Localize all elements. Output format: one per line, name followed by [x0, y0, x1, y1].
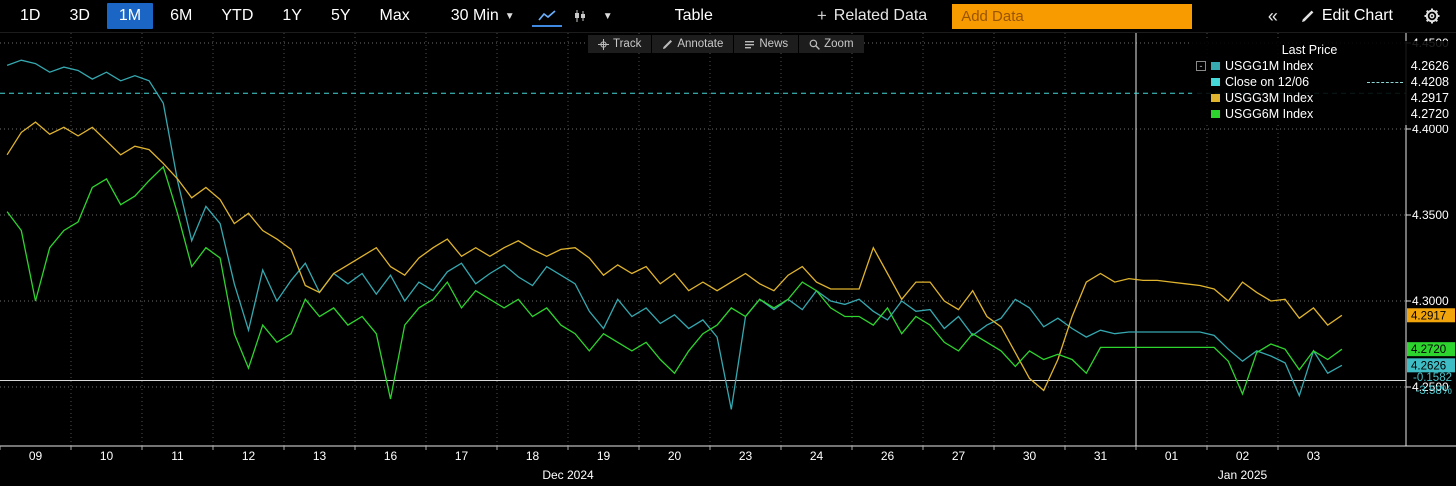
chevron-down-icon: ▼	[603, 11, 613, 22]
series-name: Close on 12/06	[1225, 75, 1309, 89]
edit-chart-button[interactable]: Edit Chart	[1291, 4, 1403, 28]
related-data-button[interactable]: + Related Data	[805, 2, 939, 30]
news-icon	[744, 39, 755, 50]
series-line-usgg6m[interactable]	[7, 167, 1342, 399]
legend-row-usgg6m[interactable]: USGG6M Index 4.2720	[1196, 106, 1449, 122]
table-button[interactable]: Table	[663, 3, 725, 29]
interval-dropdown[interactable]: 30 Min ▼	[439, 3, 527, 29]
bar-chart-icon	[572, 8, 588, 24]
x-axis-label: 19	[597, 449, 611, 463]
x-axis-label: 01	[1165, 449, 1179, 463]
x-axis-label: 31	[1094, 449, 1108, 463]
crosshair-icon	[598, 39, 609, 50]
legend-row-close-12-06[interactable]: Close on 12/06 4.4208	[1196, 74, 1449, 90]
toolbar: 1D 3D 1M 6M YTD 1Y 5Y Max 30 Min ▼ ▼ Tab…	[0, 0, 1456, 33]
legend-row-usgg1m[interactable]: - USGG1M Index 4.2626	[1196, 58, 1449, 74]
net-change-label: -3.58%	[1416, 385, 1452, 397]
x-axis-label: 23	[739, 449, 753, 463]
interval-label: 30 Min	[451, 7, 499, 25]
collapse-toolbar-button[interactable]: «	[1260, 4, 1286, 29]
chevron-down-icon: ▼	[505, 11, 515, 22]
series-swatch	[1211, 62, 1220, 70]
series-last-price: 4.2917	[1411, 91, 1449, 105]
series-swatch	[1211, 110, 1220, 118]
bar-chart-type-button[interactable]	[567, 6, 593, 26]
last-price-badge-text: 4.2626	[1411, 360, 1446, 372]
x-axis-label: 20	[668, 449, 682, 463]
related-data-label: Related Data	[834, 7, 927, 25]
settings-button[interactable]	[1418, 5, 1446, 27]
annotate-button[interactable]: Annotate	[652, 35, 734, 53]
range-button-max[interactable]: Max	[368, 3, 422, 29]
edit-chart-label: Edit Chart	[1322, 7, 1393, 25]
range-button-1d[interactable]: 1D	[8, 3, 52, 29]
x-axis-label: 11	[171, 449, 184, 463]
net-change-label: -0.1582	[1413, 372, 1452, 384]
news-button[interactable]: News	[734, 35, 799, 53]
series-swatch	[1211, 94, 1220, 102]
x-axis-label: 18	[526, 449, 540, 463]
gear-icon	[1423, 7, 1441, 25]
tree-collapse-icon[interactable]: -	[1196, 61, 1206, 71]
legend-row-usgg3m[interactable]: USGG3M Index 4.2917	[1196, 90, 1449, 106]
last-price-badge-text: 4.2720	[1411, 344, 1446, 356]
chart-legend: Last Price - USGG1M Index 4.2626 Close o…	[1192, 41, 1454, 125]
magnifier-icon	[809, 39, 820, 50]
month-label: Dec 2024	[542, 468, 594, 482]
x-axis-label: 02	[1236, 449, 1250, 463]
series-name: USGG3M Index	[1225, 91, 1313, 105]
range-button-3d[interactable]: 3D	[57, 3, 101, 29]
last-price-badge-text: 4.2917	[1411, 310, 1446, 322]
legend-title: Last Price	[1196, 43, 1449, 57]
plus-icon: +	[817, 6, 827, 26]
month-label: Jan 2025	[1218, 468, 1268, 482]
y-axis-label: 4.3000	[1412, 294, 1449, 308]
x-axis-label: 16	[384, 449, 398, 463]
range-button-6m[interactable]: 6M	[158, 3, 204, 29]
series-name: USGG1M Index	[1225, 59, 1313, 73]
x-axis-label: 13	[313, 449, 327, 463]
series-last-price: 4.2720	[1411, 107, 1449, 121]
x-axis-label: 30	[1023, 449, 1037, 463]
track-button[interactable]: Track	[588, 35, 652, 53]
y-axis-label: 4.3500	[1412, 208, 1449, 222]
dashed-line-sample	[1367, 82, 1403, 83]
chart-type-dropdown[interactable]: ▼	[598, 9, 618, 24]
series-swatch	[1211, 78, 1220, 86]
series-name: USGG6M Index	[1225, 107, 1313, 121]
zoom-label: Zoom	[824, 38, 853, 50]
line-chart-type-button[interactable]	[532, 6, 562, 27]
x-axis-label: 09	[29, 449, 43, 463]
range-button-ytd[interactable]: YTD	[209, 3, 265, 29]
series-last-price: 4.2626	[1411, 59, 1449, 73]
chart-area: 4.45004.40004.35004.30004.25000910111213…	[0, 33, 1456, 486]
chart-tools-bar: Track Annotate News Zoom	[588, 35, 864, 53]
x-axis-label: 26	[881, 449, 895, 463]
zoom-button[interactable]: Zoom	[799, 35, 863, 53]
x-axis-label: 27	[952, 449, 966, 463]
news-label: News	[759, 38, 788, 50]
pencil-icon	[1301, 9, 1315, 23]
range-button-1m[interactable]: 1M	[107, 3, 153, 29]
x-axis-label: 24	[810, 449, 824, 463]
x-axis-label: 17	[455, 449, 469, 463]
series-line-usgg3m[interactable]	[7, 122, 1342, 390]
annotate-label: Annotate	[677, 38, 723, 50]
add-data-input[interactable]	[952, 4, 1192, 29]
x-axis-label: 10	[100, 449, 114, 463]
range-button-5y[interactable]: 5Y	[319, 3, 363, 29]
track-label: Track	[613, 38, 641, 50]
x-axis-label: 12	[242, 449, 256, 463]
range-button-1y[interactable]: 1Y	[270, 3, 314, 29]
series-last-price: 4.4208	[1411, 75, 1449, 89]
line-chart-icon	[537, 8, 557, 24]
pencil-icon	[662, 39, 673, 50]
x-axis-label: 03	[1307, 449, 1321, 463]
series-line-usgg1m[interactable]	[7, 60, 1342, 409]
